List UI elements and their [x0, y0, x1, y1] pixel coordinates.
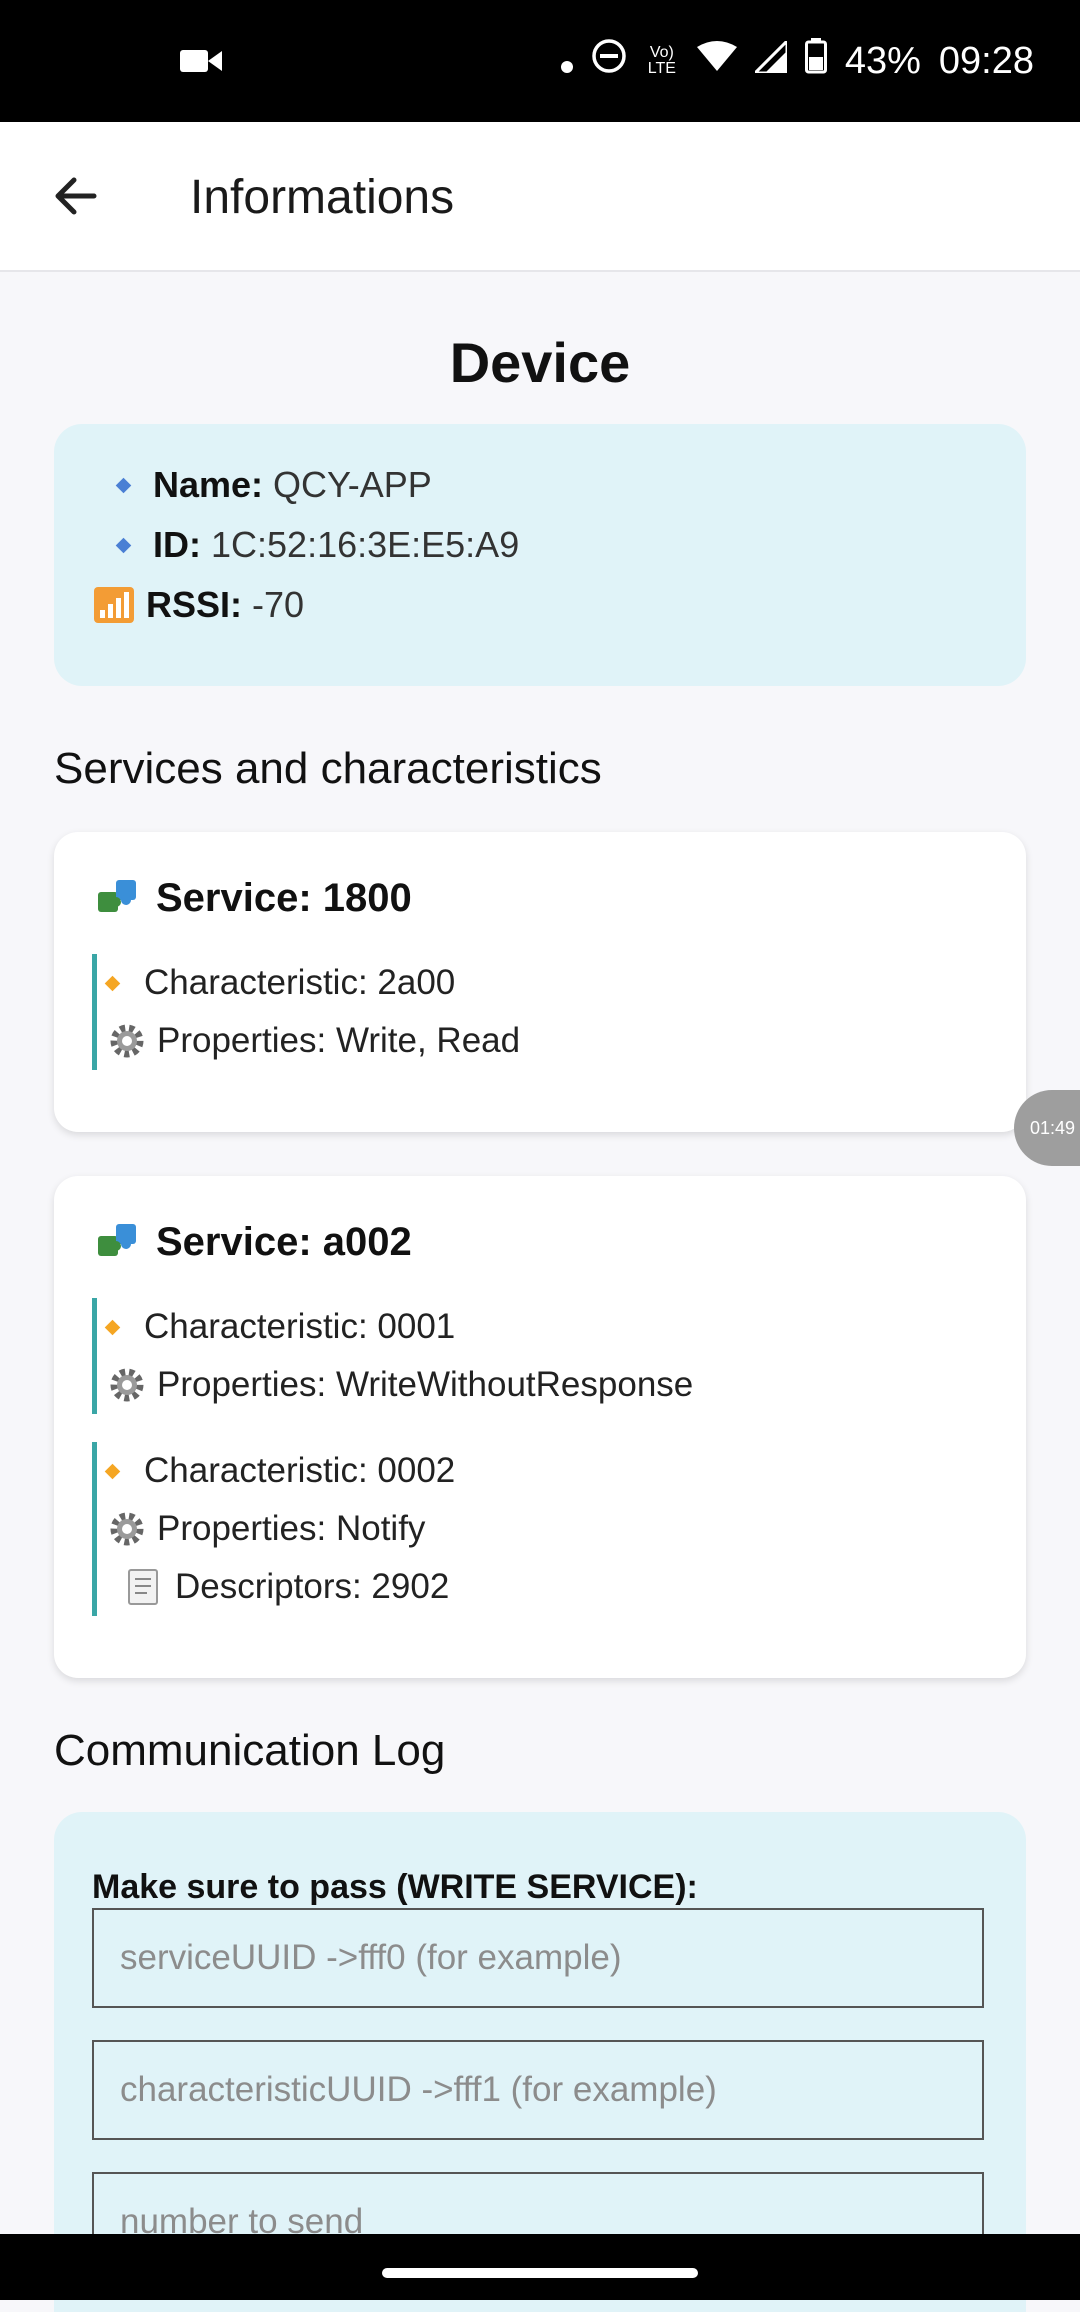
clock: 09:28: [938, 39, 1034, 82]
service-uuid-input[interactable]: serviceUUID ->fff0 (for example): [92, 1908, 984, 2008]
orange-diamond-icon: [104, 975, 121, 991]
battery-percent: 43%: [844, 39, 921, 82]
app-bar: Informations: [0, 122, 1080, 272]
rssi-value: -70: [252, 584, 305, 625]
characteristic-uuid-input[interactable]: characteristicUUID ->fff1 (for example): [92, 2040, 984, 2140]
status-bar: Vo) LTE 43% 09:28: [0, 0, 1080, 122]
gear-icon: [107, 1021, 147, 1061]
puzzle-icon: [94, 874, 142, 922]
services-heading: Services and characteristics: [54, 744, 602, 793]
device-name: QCY-APP: [273, 464, 432, 505]
gear-icon: [107, 1365, 147, 1405]
descriptors-row: Descriptors: 2902: [97, 1558, 455, 1616]
device-rssi-row: RSSI: -70: [94, 584, 304, 626]
back-arrow-icon[interactable]: [50, 170, 102, 222]
dot-icon: [560, 40, 573, 83]
service-card: Service: 1800 Characteristic: 2a00 Prope…: [54, 832, 1026, 1132]
volte-icon: Vo) LTE: [647, 44, 676, 77]
characteristic-group: Characteristic: 0002 Properties: Notify …: [92, 1442, 455, 1616]
blue-diamond-icon: [115, 537, 132, 553]
page-title: Informations: [190, 171, 455, 224]
orange-diamond-icon: [104, 1319, 121, 1335]
properties-row: Properties: WriteWithoutResponse: [97, 1356, 693, 1414]
gear-icon: [107, 1509, 147, 1549]
device-info-card: Name: QCY-APP ID: 1C:52:16:3E:E5:A9 RSSI…: [54, 424, 1026, 686]
document-icon: [127, 1568, 161, 1606]
properties-row: Properties: Notify: [97, 1500, 455, 1558]
device-heading: Device: [449, 331, 631, 394]
signal-strength-icon: [94, 587, 134, 623]
device-id: 1C:52:16:3E:E5:A9: [211, 524, 520, 565]
characteristic-group: Characteristic: 0001 Properties: WriteWi…: [92, 1298, 693, 1414]
battery-icon: [804, 38, 827, 84]
characteristic-group: Characteristic: 2a00 Properties: Write, …: [92, 954, 520, 1070]
characteristic-row: Characteristic: 0001: [97, 1298, 693, 1356]
home-gesture-handle[interactable]: [382, 2268, 698, 2278]
service-title: Service: a002: [94, 1218, 412, 1266]
service-card: Service: a002 Characteristic: 0001 Prope…: [54, 1176, 1026, 1678]
do-not-disturb-icon: [591, 38, 627, 84]
cell-signal-icon: [751, 36, 789, 83]
device-name-row: Name: QCY-APP: [106, 464, 432, 506]
blue-diamond-icon: [115, 477, 132, 493]
communication-log-heading: Communication Log: [54, 1726, 446, 1775]
video-camera-icon: [180, 46, 222, 81]
characteristic-row: Characteristic: 0002: [97, 1442, 455, 1500]
puzzle-icon: [94, 1218, 142, 1266]
properties-row: Properties: Write, Read: [97, 1012, 520, 1070]
navigation-bar: [0, 2234, 1080, 2300]
service-title: Service: 1800: [94, 874, 412, 922]
device-id-row: ID: 1C:52:16:3E:E5:A9: [106, 524, 519, 566]
recording-timer-bubble[interactable]: 01:49: [1014, 1090, 1080, 1166]
wifi-icon: [696, 40, 737, 83]
characteristic-row: Characteristic: 2a00: [97, 954, 520, 1012]
write-service-label: Make sure to pass (WRITE SERVICE):: [92, 1868, 698, 1906]
orange-diamond-icon: [104, 1463, 121, 1479]
